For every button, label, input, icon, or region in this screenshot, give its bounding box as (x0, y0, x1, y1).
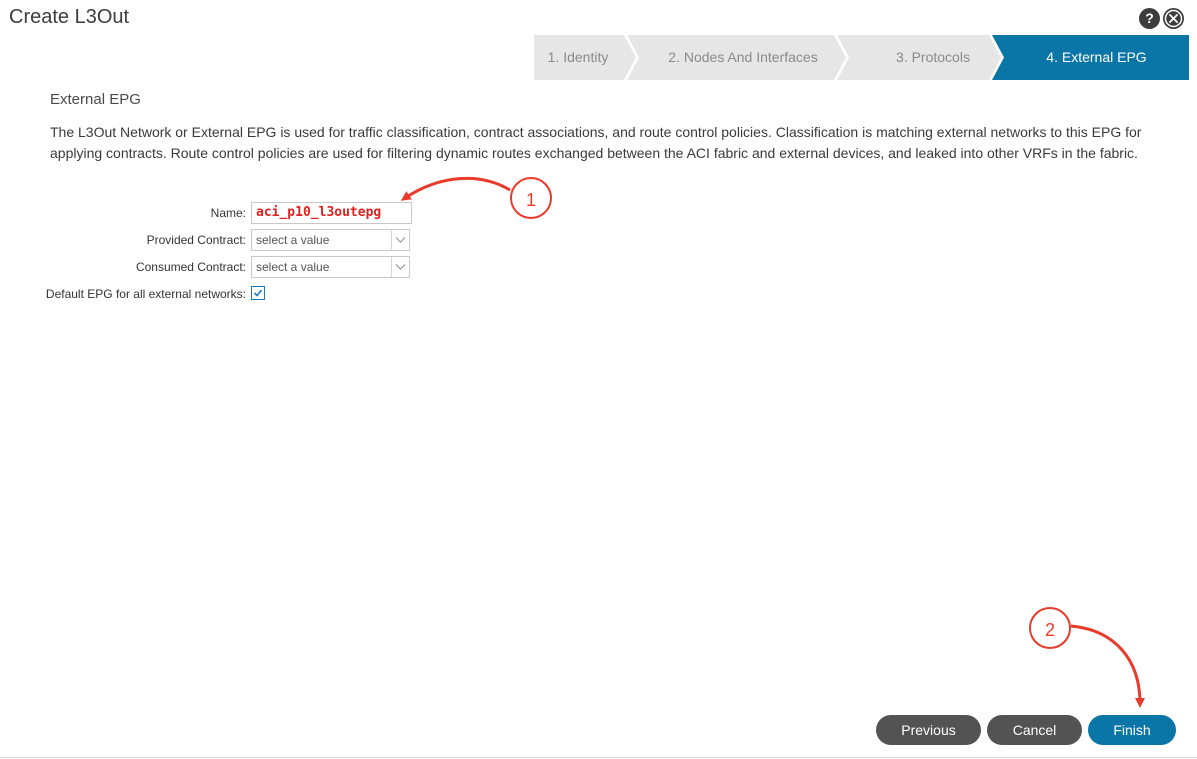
section-description: The L3Out Network or External EPG is use… (50, 124, 1142, 161)
wizard-step-external-epg[interactable]: 4. External EPG (1004, 35, 1189, 80)
name-label: Name: (210, 206, 246, 220)
consumed-contract-placeholder: select a value (256, 260, 330, 274)
chevron-down-icon[interactable] (391, 257, 409, 277)
bottom-divider (0, 757, 1197, 758)
help-icon[interactable]: ? (1139, 8, 1160, 29)
consumed-contract-select[interactable]: select a value (251, 256, 410, 278)
annotation-arrows (400, 176, 1145, 708)
arrow-to-finish (1070, 624, 1145, 708)
cancel-button[interactable]: Cancel (987, 715, 1082, 745)
provided-contract-label: Provided Contract: (146, 233, 246, 247)
provided-contract-select[interactable]: select a value (251, 229, 410, 251)
annotation-badge-2: 2 (1029, 607, 1071, 649)
provided-contract-placeholder: select a value (256, 233, 330, 247)
dialog-title: Create L3Out (9, 6, 130, 28)
consumed-contract-label: Consumed Contract: (135, 260, 246, 274)
default-epg-label: Default EPG for all external networks: (45, 287, 246, 301)
previous-button[interactable]: Previous (876, 715, 981, 745)
annotation-badge-1: 1 (510, 177, 552, 219)
wizard-step-identity[interactable]: 1. Identity (534, 35, 622, 80)
finish-button[interactable]: Finish (1088, 715, 1176, 745)
wizard-step-protocols[interactable]: 3. Protocols (850, 35, 1016, 80)
wizard-steps: 1. Identity 2. Nodes And Interfaces 3. P… (534, 35, 1189, 80)
wizard-step-nodes-and-interfaces[interactable]: 2. Nodes And Interfaces (638, 35, 848, 80)
name-input[interactable]: aci_p10_l3outepg (251, 202, 412, 224)
default-epg-checkbox[interactable] (251, 286, 265, 300)
arrow-to-name (400, 176, 511, 201)
section-title: External EPG (50, 91, 141, 108)
chevron-down-icon[interactable] (391, 230, 409, 250)
close-icon[interactable] (1163, 8, 1184, 29)
